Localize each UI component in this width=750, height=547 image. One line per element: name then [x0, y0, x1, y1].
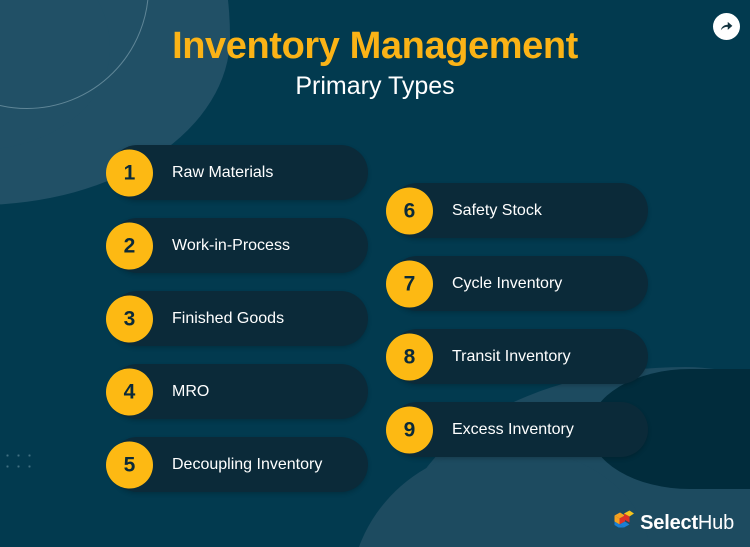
item-label: Cycle Inventory: [452, 274, 563, 292]
list-item[interactable]: 7 Cycle Inventory: [386, 256, 648, 311]
logo-name-light: Hub: [697, 511, 734, 534]
list-item[interactable]: 9 Excess Inventory: [386, 402, 648, 457]
page-subtitle: Primary Types: [295, 72, 455, 101]
selecthub-wordmark: SelectHub: [640, 513, 734, 533]
share-button[interactable]: [713, 13, 740, 40]
share-arrow-icon: [719, 19, 734, 34]
item-label: Work-in-Process: [172, 236, 290, 254]
selecthub-logo[interactable]: SelectHub: [613, 510, 734, 535]
list-item[interactable]: 2 Work-in-Process: [106, 218, 368, 273]
item-label: Raw Materials: [172, 163, 274, 181]
page-title: Inventory Management: [172, 25, 578, 67]
item-number-badge: 5: [106, 441, 153, 488]
list-item[interactable]: 6 Safety Stock: [386, 183, 648, 238]
item-label: Transit Inventory: [452, 347, 571, 365]
item-label: Decoupling Inventory: [172, 455, 323, 473]
item-number-badge: 3: [106, 295, 153, 342]
list-item[interactable]: 8 Transit Inventory: [386, 329, 648, 384]
list-item[interactable]: 3 Finished Goods: [106, 291, 368, 346]
item-number-badge: 9: [386, 406, 433, 453]
list-item[interactable]: 1 Raw Materials: [106, 145, 368, 200]
right-column: 6 Safety Stock 7 Cycle Inventory 8 Trans…: [386, 183, 648, 457]
item-number-badge: 4: [106, 368, 153, 415]
item-number-badge: 6: [386, 187, 433, 234]
infographic-canvas: Inventory Management Primary Types 1 Raw…: [0, 0, 750, 547]
list-item[interactable]: 4 MRO: [106, 364, 368, 419]
item-label: Finished Goods: [172, 309, 285, 327]
left-column: 1 Raw Materials 2 Work-in-Process 3 Fini…: [106, 145, 368, 492]
header: Inventory Management Primary Types: [0, 25, 750, 101]
item-number-badge: 7: [386, 260, 433, 307]
logo-name-bold: Select: [640, 511, 698, 534]
item-number-badge: 1: [106, 149, 153, 196]
item-number-badge: 2: [106, 222, 153, 269]
item-label: Safety Stock: [452, 201, 542, 219]
selecthub-cube-icon: [613, 510, 635, 535]
item-label: Excess Inventory: [452, 420, 574, 438]
item-label: MRO: [172, 382, 210, 400]
bottom-right-blob-shape-secondary: [350, 447, 650, 547]
item-number-badge: 8: [386, 333, 433, 380]
list-item[interactable]: 5 Decoupling Inventory: [106, 437, 368, 492]
dot-grid-pattern: [2, 450, 34, 476]
